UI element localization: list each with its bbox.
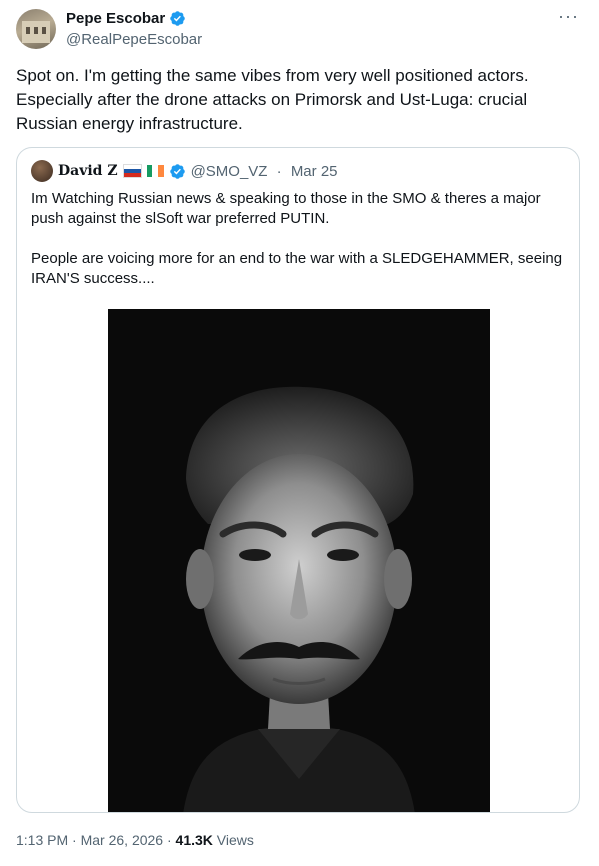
author-handle[interactable]: @RealPepeEscobar	[66, 31, 202, 48]
verified-badge-icon	[169, 163, 185, 179]
quote-text: Im Watching Russian news & speaking to t…	[31, 189, 571, 309]
quote-author-handle[interactable]: @SMO_VZ	[191, 163, 268, 180]
tweet-footer: 1:13 PM · Mar 26, 2026 · 41.3K Views	[16, 832, 254, 848]
views-count[interactable]: 41.3K	[176, 832, 213, 848]
quote-author-avatar[interactable]	[31, 160, 53, 182]
footer-separator: ·	[68, 832, 81, 848]
quote-meta-separator: ·	[272, 162, 286, 180]
tweet-date[interactable]: Mar 26, 2026	[81, 832, 164, 848]
footer-separator: ·	[163, 832, 176, 848]
author-name-row: Pepe Escobar	[66, 10, 186, 27]
more-options-icon[interactable]: ···	[558, 6, 579, 27]
quote-author-name[interactable]: David Z	[58, 163, 118, 179]
avatar-window	[26, 27, 30, 34]
quote-portrait-image[interactable]	[108, 309, 490, 812]
portrait-illustration	[108, 309, 490, 812]
tweet-time[interactable]: 1:13 PM	[16, 832, 68, 848]
avatar-window	[42, 27, 46, 34]
russia-flag-icon	[122, 164, 142, 178]
tweet-text: Spot on. I'm getting the same vibes from…	[16, 66, 529, 133]
author-display-name[interactable]: Pepe Escobar	[66, 10, 165, 27]
quote-header: David Z @SMO_VZ · Mar 25	[31, 160, 338, 182]
quote-paragraph: People are voicing more for an end to th…	[31, 250, 563, 287]
quote-paragraph: Im Watching Russian news & speaking to t…	[31, 190, 541, 227]
avatar-window	[34, 27, 38, 34]
quote-date[interactable]: Mar 25	[291, 163, 338, 180]
views-label: Views	[212, 832, 254, 848]
ireland-flag-icon	[146, 165, 164, 177]
quoted-tweet-card[interactable]: David Z @SMO_VZ · Mar 25 Im Watching Rus…	[16, 147, 580, 813]
verified-badge-icon	[170, 11, 185, 26]
author-avatar[interactable]	[16, 9, 56, 49]
